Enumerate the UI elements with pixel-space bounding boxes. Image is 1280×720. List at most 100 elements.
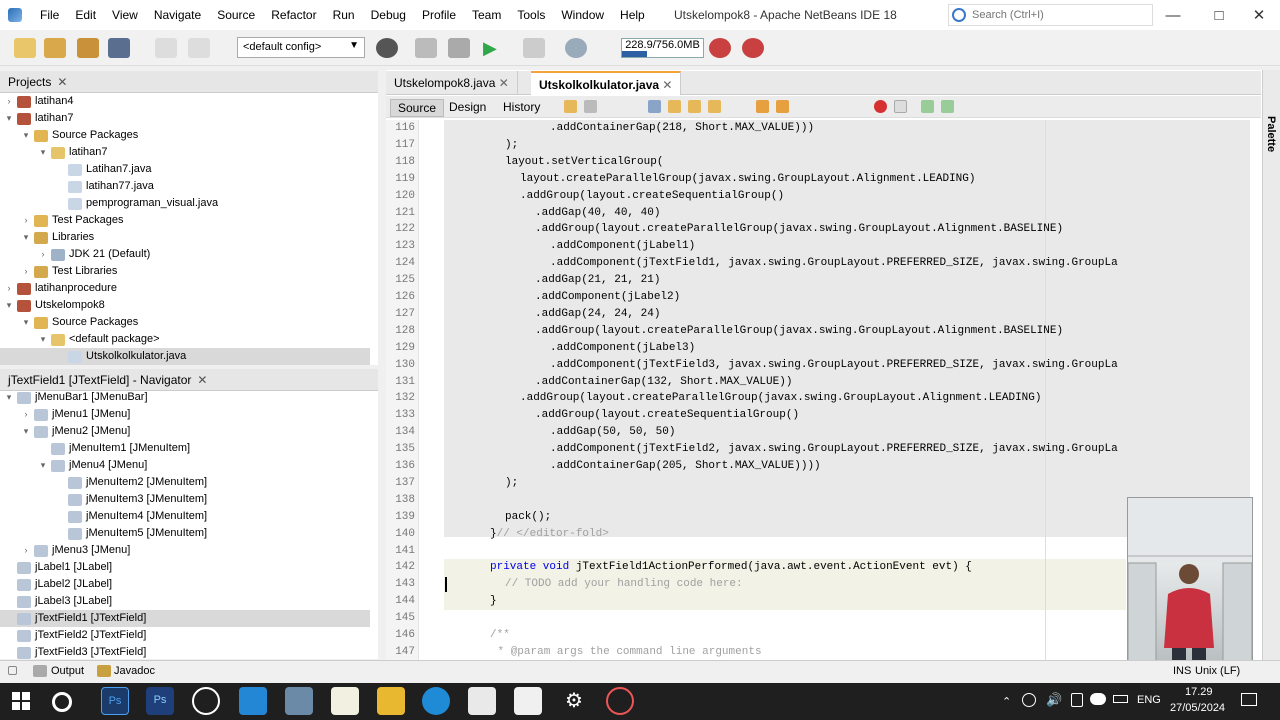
- navigator-tree-item[interactable]: jMenuItem2 [JMenuItem]: [0, 474, 370, 491]
- project-tree-item[interactable]: ▾ Libraries: [0, 229, 370, 246]
- comment-icon[interactable]: [921, 100, 934, 113]
- javadoc-tab[interactable]: Javadoc: [114, 665, 155, 677]
- project-tree-item[interactable]: pemprograman_visual.java: [0, 195, 370, 212]
- navigator-tree-item[interactable]: jTextField2 [JTextField]: [0, 627, 370, 644]
- editor-tab[interactable]: Utskolkolkulator.java ✕: [531, 71, 682, 95]
- menu-tools[interactable]: Tools: [509, 0, 553, 30]
- find-next-icon[interactable]: [688, 100, 701, 113]
- windows-start-icon[interactable]: [12, 692, 30, 710]
- menu-navigate[interactable]: Navigate: [146, 0, 209, 30]
- navigator-tree-item[interactable]: jTextField1 [JTextField]: [0, 610, 370, 627]
- config-select[interactable]: <default config> ▼: [237, 37, 365, 58]
- navigator-tree-item[interactable]: › jMenu3 [JMenu]: [0, 542, 370, 559]
- navigator-tree-item[interactable]: jLabel2 [JLabel]: [0, 576, 370, 593]
- toggle-highlight-icon[interactable]: [708, 100, 721, 113]
- chevron-down-icon[interactable]: ▾: [38, 144, 48, 161]
- usb-icon[interactable]: [1071, 693, 1083, 707]
- chevron-down-icon[interactable]: ▾: [38, 331, 48, 348]
- recorder-icon[interactable]: [606, 687, 634, 715]
- navigator-tree-item[interactable]: jLabel1 [JLabel]: [0, 559, 370, 576]
- settings-gear-icon[interactable]: ⚙: [560, 687, 588, 715]
- run-icon[interactable]: ▶: [483, 38, 505, 58]
- navigator-tree-item[interactable]: ▾ jMenu2 [JMenu]: [0, 423, 370, 440]
- search-input[interactable]: [972, 9, 1142, 21]
- project-tree-item[interactable]: Latihan7.java: [0, 161, 370, 178]
- new-file-icon[interactable]: [14, 38, 36, 58]
- menu-window[interactable]: Window: [553, 0, 612, 30]
- file-explorer-icon[interactable]: [377, 687, 405, 715]
- navigator-tree-item[interactable]: jLabel3 [JLabel]: [0, 593, 370, 610]
- clock-time[interactable]: 17.29: [1185, 686, 1213, 698]
- bookmark-icon[interactable]: [756, 100, 769, 113]
- chevron-right-icon[interactable]: ›: [21, 212, 31, 229]
- menu-profile[interactable]: Profile: [414, 0, 464, 30]
- project-tree-item[interactable]: Utskolkolkulator.java: [0, 348, 370, 365]
- minimize-button[interactable]: —: [1150, 0, 1196, 30]
- output-tab[interactable]: Output: [51, 665, 84, 677]
- search-box[interactable]: [948, 4, 1153, 26]
- clean-build-icon[interactable]: [448, 38, 470, 58]
- chevron-right-icon[interactable]: ›: [4, 280, 14, 297]
- project-tree-item[interactable]: › latihan4: [0, 93, 370, 110]
- menu-debug[interactable]: Debug: [363, 0, 414, 30]
- language-indicator[interactable]: ENG: [1137, 694, 1161, 706]
- project-tree-item[interactable]: ▾ Utskelompok8: [0, 297, 370, 314]
- project-tree-item[interactable]: ▾ latihan7: [0, 144, 370, 161]
- chevron-right-icon[interactable]: ›: [21, 263, 31, 280]
- navigator-tree-item[interactable]: jTextField3 [JTextField]: [0, 644, 370, 661]
- code-editor[interactable]: 116 .addContainerGap(218, Short.MAX_VALUE…: [386, 120, 1246, 660]
- navigator-tree-item[interactable]: jMenuItem4 [JMenuItem]: [0, 508, 370, 525]
- mode-design[interactable]: Design: [442, 99, 493, 115]
- chevron-down-icon[interactable]: ▾: [4, 110, 14, 127]
- menu-source[interactable]: Source: [209, 0, 263, 30]
- profiler-snapshot-icon[interactable]: [742, 38, 764, 58]
- project-tree-item[interactable]: › Test Packages: [0, 212, 370, 229]
- close-window-button[interactable]: ✕: [1236, 0, 1280, 30]
- forward-icon[interactable]: [584, 100, 597, 113]
- project-tree-item[interactable]: › JDK 21 (Default): [0, 246, 370, 263]
- notification-icon[interactable]: [8, 666, 17, 675]
- chevron-down-icon[interactable]: ▾: [21, 127, 31, 144]
- menu-edit[interactable]: Edit: [67, 0, 104, 30]
- close-icon[interactable]: ✕: [57, 75, 67, 89]
- menu-refactor[interactable]: Refactor: [263, 0, 324, 30]
- navigator-tree-item[interactable]: jMenuItem3 [JMenuItem]: [0, 491, 370, 508]
- netbeans-taskbar-icon[interactable]: [468, 687, 496, 715]
- configure-icon[interactable]: [376, 38, 398, 58]
- back-icon[interactable]: [564, 100, 577, 113]
- project-tree-item[interactable]: ▾ latihan7: [0, 110, 370, 127]
- navigator-tree-item[interactable]: ▾ jMenuBar1 [JMenuBar]: [0, 389, 370, 406]
- palette-sidebar[interactable]: Palette: [1262, 70, 1280, 660]
- chevron-down-icon[interactable]: ▾: [21, 423, 31, 440]
- mode-history[interactable]: History: [496, 99, 547, 115]
- project-tree-item[interactable]: › latihanprocedure: [0, 280, 370, 297]
- menu-help[interactable]: Help: [612, 0, 653, 30]
- volume-icon[interactable]: 🔊: [1046, 692, 1062, 708]
- chevron-up-icon[interactable]: ⌃: [1002, 695, 1011, 708]
- notepad-icon[interactable]: [331, 687, 359, 715]
- line-ending[interactable]: Unix (LF): [1195, 665, 1240, 677]
- close-icon[interactable]: ✕: [495, 76, 509, 90]
- find-prev-icon[interactable]: [668, 100, 681, 113]
- uncomment-icon[interactable]: [941, 100, 954, 113]
- debug-icon[interactable]: [523, 38, 545, 58]
- store-icon[interactable]: [514, 687, 542, 715]
- redo-icon[interactable]: [188, 38, 210, 58]
- chevron-right-icon[interactable]: ›: [4, 93, 14, 110]
- close-icon[interactable]: ✕: [197, 373, 207, 387]
- chevron-down-icon[interactable]: ▾: [4, 389, 14, 406]
- chevron-down-icon[interactable]: ▾: [21, 314, 31, 331]
- find-icon[interactable]: [648, 100, 661, 113]
- stop-macro-icon[interactable]: [894, 100, 907, 113]
- save-all-icon[interactable]: [108, 38, 130, 58]
- chevron-down-icon[interactable]: ▾: [21, 229, 31, 246]
- navigator-tree-item[interactable]: › jMenu1 [JMenu]: [0, 406, 370, 423]
- undo-icon[interactable]: [155, 38, 177, 58]
- powerpoint-icon[interactable]: Ps: [146, 687, 174, 715]
- clock-date[interactable]: 27/05/2024: [1170, 702, 1225, 714]
- new-project-icon[interactable]: [44, 38, 66, 58]
- chevron-right-icon[interactable]: ›: [21, 406, 31, 423]
- build-icon[interactable]: [415, 38, 437, 58]
- next-bookmark-icon[interactable]: [776, 100, 789, 113]
- chevron-down-icon[interactable]: ▾: [38, 457, 48, 474]
